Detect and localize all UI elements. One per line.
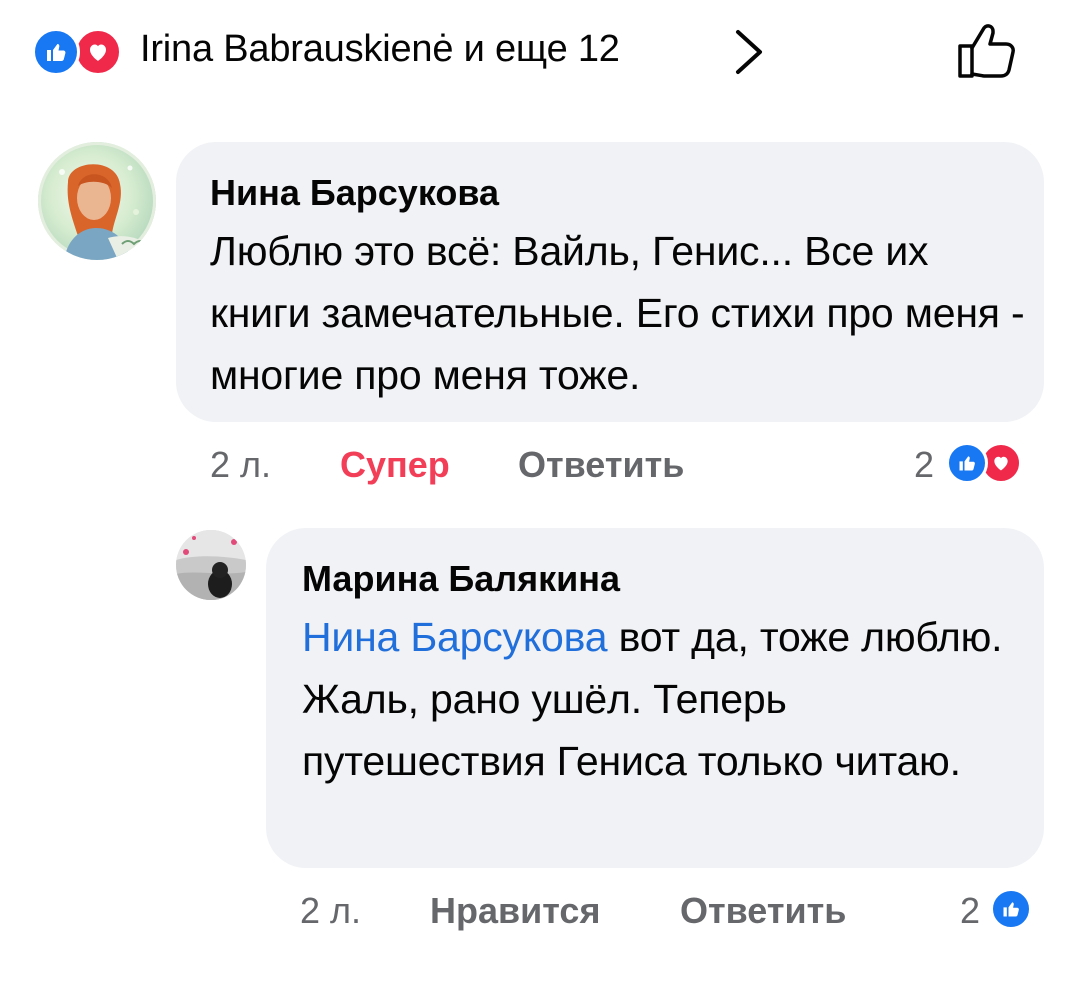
thumbs-up-outline-icon[interactable] (954, 20, 1020, 82)
like-button[interactable]: Нравится (430, 890, 600, 932)
chevron-right-icon[interactable] (732, 26, 766, 78)
comment-actions-row: 2 л. Нравится Ответить 2 (300, 888, 1050, 940)
reply-button[interactable]: Ответить (680, 890, 846, 932)
avatar-marina-balyakina[interactable] (176, 530, 246, 600)
comment-timestamp[interactable]: 2 л. (300, 890, 361, 932)
like-reaction-icon (32, 28, 80, 76)
love-reaction-icon (74, 28, 122, 76)
comment-actions-row: 2 л. Супер Ответить 2 (210, 442, 1050, 494)
comment-text: Люблю это всё: Вайль, Генис... Все их кн… (210, 228, 1025, 398)
reply-button[interactable]: Ответить (518, 444, 684, 486)
avatar-nina-barsukova[interactable] (38, 142, 156, 260)
comment-timestamp[interactable]: 2 л. (210, 444, 271, 486)
reaction-count[interactable]: 2 (914, 444, 934, 486)
comment-author-name[interactable]: Марина Балякина (302, 558, 620, 600)
like-reaction-icon (990, 888, 1032, 930)
reactors-names[interactable]: Irina Babrauskienė и еще 12 (140, 28, 620, 71)
super-reaction-button[interactable]: Супер (340, 444, 450, 486)
comment-bubble[interactable]: Нина Барсукова Люблю это всё: Вайль, Ген… (176, 142, 1044, 422)
reaction-icons (32, 28, 132, 76)
mention-link[interactable]: Нина Барсукова (302, 614, 608, 660)
like-reaction-icon (946, 442, 988, 484)
reply-bubble[interactable]: Марина Балякина Нина Барсукова вот да, т… (266, 528, 1044, 868)
reactions-summary-bar[interactable]: Irina Babrauskienė и еще 12 (32, 18, 1032, 82)
comment-text: Нина Барсукова вот да, тоже люблю. Жаль,… (302, 606, 1022, 792)
comment-author-name[interactable]: Нина Барсукова (210, 172, 499, 214)
reaction-count[interactable]: 2 (960, 890, 980, 932)
